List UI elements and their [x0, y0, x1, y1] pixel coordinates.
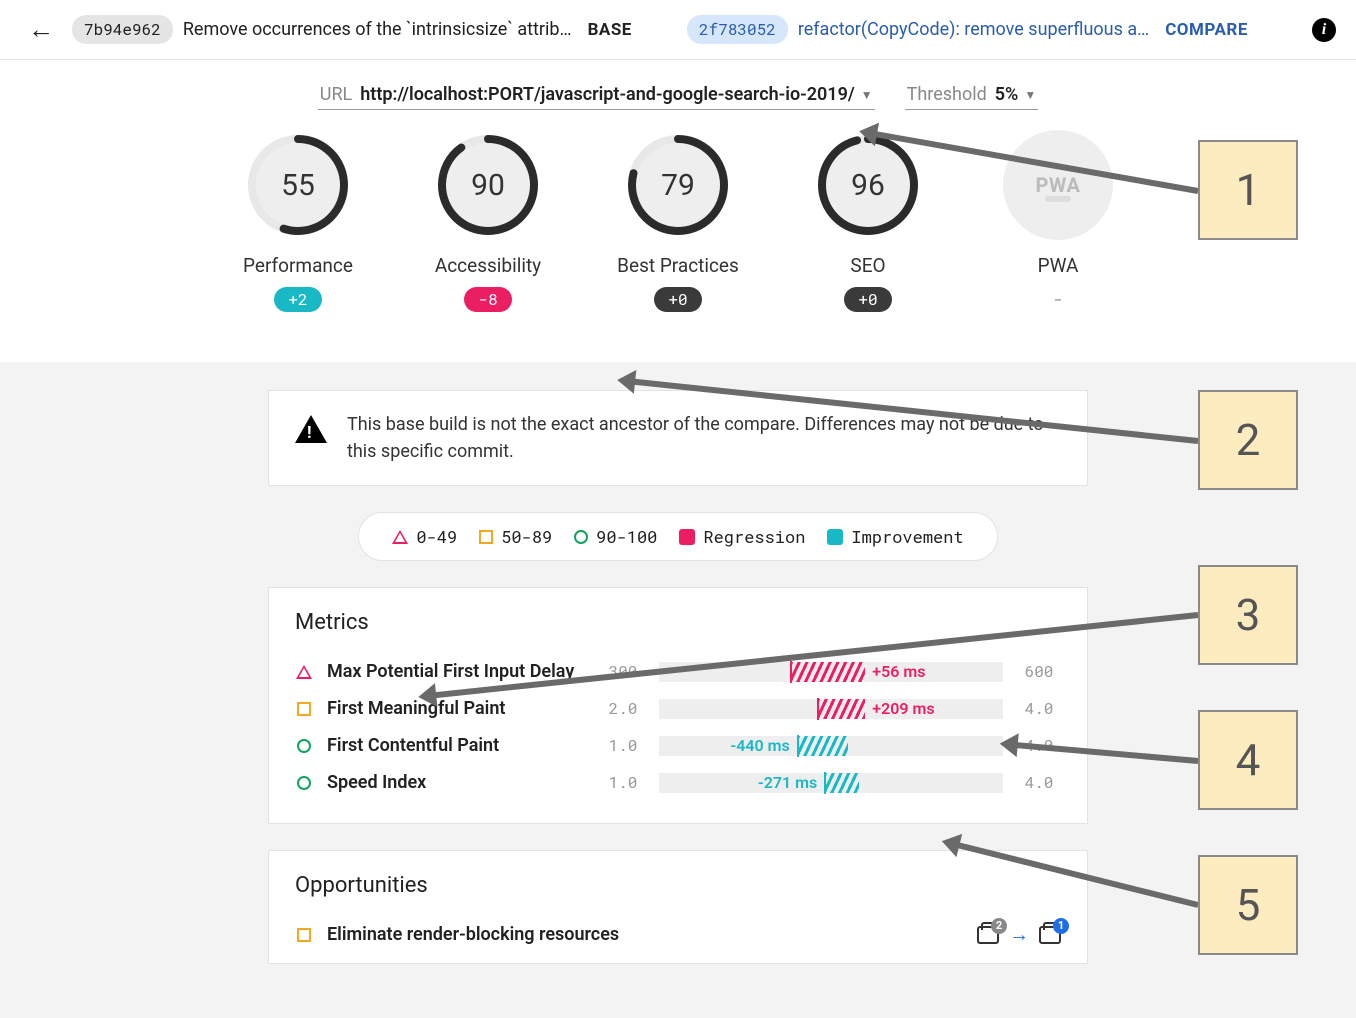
- details-section: This base build is not the exact ancesto…: [0, 362, 1356, 1018]
- chevron-down-icon: ▼: [1024, 88, 1036, 102]
- warning-text: This base build is not the exact ancesto…: [347, 411, 1061, 465]
- opportunity-compare-icons: 2 → 1: [977, 922, 1061, 947]
- metric-max: 600: [1017, 661, 1061, 682]
- gauge-label: Accessibility: [435, 254, 541, 277]
- circle-icon: [574, 530, 588, 544]
- metric-delta: +56 ms: [872, 662, 925, 681]
- gauge-score: 55: [243, 130, 353, 240]
- metric-row[interactable]: First Meaningful Paint 2.0 +209 ms 4.0: [295, 690, 1061, 727]
- improvement-swatch-icon: [827, 529, 843, 545]
- gauge-label: SEO: [850, 254, 885, 277]
- callout-5: 5: [1198, 855, 1298, 955]
- metric-min: 2.0: [601, 698, 645, 719]
- gauge-delta: -: [1039, 287, 1077, 312]
- threshold-label: Threshold: [907, 84, 987, 105]
- info-icon[interactable]: i: [1312, 18, 1336, 42]
- compare-commit[interactable]: 2f783052 refactor(CopyCode): remove supe…: [687, 15, 1292, 44]
- base-hash: 7b94e962: [72, 15, 173, 44]
- metric-max: 4.0: [1017, 698, 1061, 719]
- metric-row[interactable]: Speed Index 1.0 -271 ms 4.0: [295, 764, 1061, 801]
- compare-tag: COMPARE: [1159, 20, 1248, 40]
- gauge-score: 79: [623, 130, 733, 240]
- gauge-score: 96: [813, 130, 923, 240]
- square-icon: [297, 702, 311, 716]
- threshold-select[interactable]: Threshold 5% ▼: [905, 80, 1039, 110]
- metric-delta: -271 ms: [758, 773, 817, 792]
- metric-delta: -440 ms: [730, 736, 789, 755]
- legend-90-100: 90-100: [574, 525, 657, 548]
- legend-0-49: 0-49: [392, 525, 457, 548]
- url-value: http://localhost:PORT/javascript-and-goo…: [360, 84, 854, 105]
- gauge-delta: -8: [464, 287, 511, 312]
- arrow-right-icon: →: [1009, 922, 1029, 947]
- metric-bar: -271 ms: [659, 773, 1003, 793]
- base-tag: BASE: [582, 20, 632, 40]
- metric-row[interactable]: First Contentful Paint 1.0 -440 ms 4.0: [295, 727, 1061, 764]
- gauge-delta: +0: [844, 287, 891, 312]
- gauge-seo[interactable]: 96 SEO +0: [798, 130, 938, 312]
- opportunity-row[interactable]: Eliminate render-blocking resources 2 → …: [295, 916, 1061, 953]
- back-button[interactable]: ←: [20, 10, 62, 49]
- warning-icon: [295, 415, 327, 443]
- metric-name: Max Potential First Input Delay: [327, 661, 587, 682]
- tab-compare-icon[interactable]: 1: [1039, 926, 1061, 944]
- comparison-header: ← 7b94e962 Remove occurrences of the `in…: [0, 0, 1356, 60]
- base-commit[interactable]: 7b94e962 Remove occurrences of the `intr…: [72, 15, 677, 44]
- regression-swatch-icon: [679, 529, 695, 545]
- gauge-performance[interactable]: 55 Performance +2: [228, 130, 368, 312]
- metrics-heading: Metrics: [295, 610, 1061, 635]
- pwa-gauge: PWA: [1003, 130, 1113, 240]
- triangle-icon: [296, 665, 312, 679]
- square-icon: [479, 530, 493, 544]
- metric-name: First Contentful Paint: [327, 735, 587, 756]
- content: URL http://localhost:PORT/javascript-and…: [168, 60, 1188, 362]
- gauge-label: Performance: [243, 254, 353, 277]
- callout-1: 1: [1198, 140, 1298, 240]
- metrics-panel: Metrics Max Potential First Input Delay …: [268, 587, 1088, 824]
- score-gauges: 55 Performance +2 90 Accessibility -8 79 Be…: [168, 130, 1188, 312]
- gauge-best-practices[interactable]: 79 Best Practices +0: [608, 130, 748, 312]
- metric-delta: +209 ms: [872, 699, 934, 718]
- gauge-label: PWA: [1038, 254, 1079, 277]
- url-label: URL: [320, 84, 352, 105]
- legend-regression: Regression: [679, 525, 805, 548]
- metric-name: First Meaningful Paint: [327, 698, 587, 719]
- callout-2: 2: [1198, 390, 1298, 490]
- gauge-label: Best Practices: [617, 254, 739, 277]
- ancestor-warning: This base build is not the exact ancesto…: [268, 390, 1088, 486]
- metric-bar: +209 ms: [659, 699, 1003, 719]
- metric-max: 4.0: [1017, 772, 1061, 793]
- opportunities-heading: Opportunities: [295, 873, 1061, 898]
- metric-min: 1.0: [601, 772, 645, 793]
- opportunities-panel: Opportunities Eliminate render-blocking …: [268, 850, 1088, 964]
- threshold-value: 5%: [995, 84, 1019, 105]
- circle-icon: [297, 739, 311, 753]
- triangle-icon: [392, 530, 408, 544]
- square-icon: [297, 928, 311, 942]
- metric-bar: -440 ms: [659, 736, 1003, 756]
- base-commit-message: Remove occurrences of the `intrinsicsize…: [183, 19, 572, 40]
- tab-base-icon[interactable]: 2: [977, 926, 999, 944]
- compare-hash: 2f783052: [687, 15, 788, 44]
- metric-min: 1.0: [601, 735, 645, 756]
- callout-3: 3: [1198, 565, 1298, 665]
- legend-improvement: Improvement: [827, 525, 963, 548]
- metric-name: Speed Index: [327, 772, 587, 793]
- chevron-down-icon: ▼: [861, 88, 873, 102]
- gauge-delta: +2: [274, 287, 321, 312]
- score-legend: 0-49 50-89 90-100 Regression Improvement: [358, 512, 998, 561]
- callout-4: 4: [1198, 710, 1298, 810]
- legend-50-89: 50-89: [479, 525, 552, 548]
- gauge-score: 90: [433, 130, 543, 240]
- gauge-accessibility[interactable]: 90 Accessibility -8: [418, 130, 558, 312]
- gauge-delta: +0: [654, 287, 701, 312]
- compare-commit-message: refactor(CopyCode): remove superfluous a…: [798, 19, 1149, 40]
- url-select[interactable]: URL http://localhost:PORT/javascript-and…: [318, 80, 875, 110]
- url-threshold-row: URL http://localhost:PORT/javascript-and…: [168, 80, 1188, 110]
- circle-icon: [297, 776, 311, 790]
